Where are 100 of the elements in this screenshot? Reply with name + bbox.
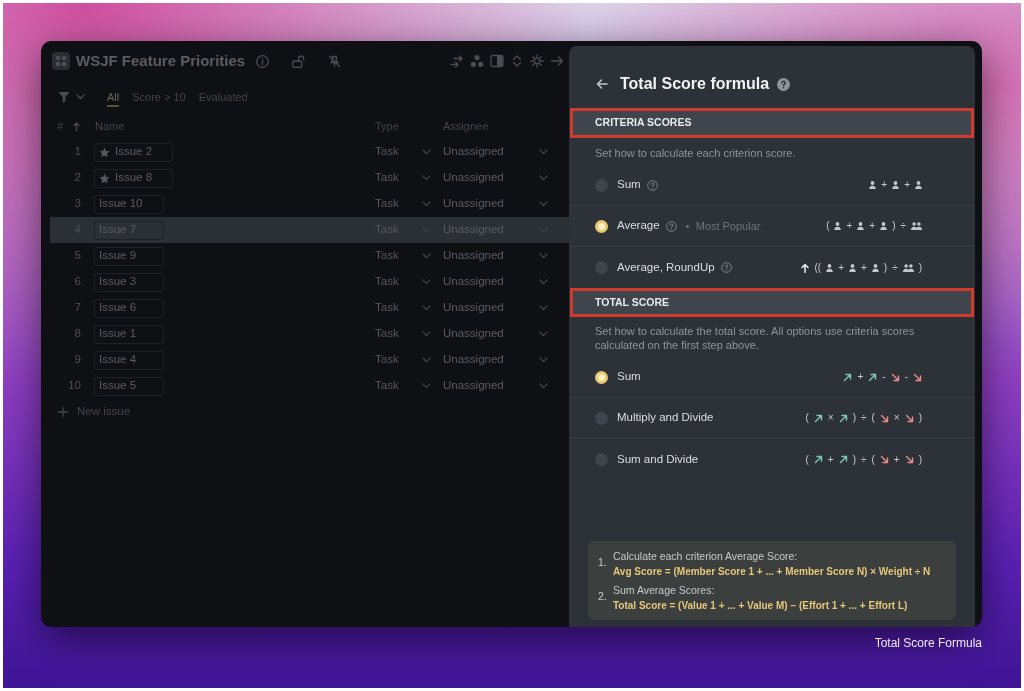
formula-operator: ) bbox=[852, 412, 856, 424]
type-dropdown[interactable]: Task bbox=[372, 325, 434, 343]
chevron-down-icon bbox=[422, 279, 431, 285]
unlock-icon[interactable] bbox=[292, 54, 306, 68]
help-icon[interactable] bbox=[720, 262, 732, 273]
arrow-down-right-icon bbox=[890, 372, 900, 382]
issue-name: Issue 1 bbox=[99, 326, 137, 342]
issue-name-cell[interactable]: Issue 8 bbox=[94, 168, 174, 188]
formula-operator: ÷ bbox=[860, 453, 867, 466]
assignee-dropdown[interactable]: Unassigned bbox=[440, 195, 551, 213]
arrow-right-icon[interactable] bbox=[550, 54, 564, 68]
type-dropdown[interactable]: Task bbox=[372, 143, 434, 161]
formula-operator: + bbox=[860, 261, 867, 274]
arrow-down-right-icon bbox=[913, 372, 922, 382]
issue-name-cell[interactable]: Issue 3 bbox=[94, 272, 164, 292]
issue-name-cell[interactable]: Issue 1 bbox=[94, 324, 164, 344]
type-dropdown[interactable]: Task bbox=[372, 299, 434, 317]
chevron-down-icon bbox=[539, 357, 548, 363]
chevron-down-icon bbox=[539, 331, 548, 337]
sort-arrow-icon[interactable] bbox=[73, 121, 81, 131]
option-note: Most Popular bbox=[695, 218, 761, 234]
assignee-dropdown[interactable]: Unassigned bbox=[440, 351, 551, 369]
arrow-down-right-icon bbox=[879, 413, 889, 423]
type-dropdown[interactable]: Task bbox=[372, 273, 434, 291]
assignee-dropdown[interactable]: Unassigned bbox=[440, 273, 551, 291]
caption: Total Score Formula bbox=[874, 636, 982, 650]
formula-operator: ) bbox=[918, 453, 922, 466]
help-icon[interactable] bbox=[646, 179, 658, 191]
issue-name: Issue 3 bbox=[99, 274, 137, 290]
option-label: Multiply and Divide bbox=[617, 410, 714, 426]
radio-button[interactable] bbox=[595, 219, 608, 233]
formula-operator: ) bbox=[918, 261, 922, 274]
person-icon bbox=[880, 222, 888, 230]
row-number: 10 bbox=[68, 378, 81, 394]
issue-name: Issue 4 bbox=[99, 352, 137, 368]
assignee-dropdown[interactable]: Unassigned bbox=[440, 325, 551, 343]
type-dropdown[interactable]: Task bbox=[372, 169, 434, 187]
filter-tab[interactable]: All bbox=[107, 87, 120, 107]
info-icon[interactable] bbox=[256, 54, 269, 68]
row-number: 9 bbox=[74, 352, 81, 368]
formula-operator: + bbox=[869, 220, 876, 232]
layout-icon[interactable] bbox=[490, 54, 504, 68]
chevron-down-icon bbox=[422, 331, 431, 337]
pin-off-icon[interactable] bbox=[328, 54, 341, 68]
formula-operator: ) bbox=[892, 220, 896, 232]
issue-name-cell[interactable]: Issue 9 bbox=[94, 246, 164, 266]
chevron-down-icon bbox=[422, 383, 431, 389]
formula-operator: ÷ bbox=[900, 220, 906, 232]
assignee-dropdown[interactable]: Unassigned bbox=[440, 299, 551, 317]
list-number: 1. bbox=[598, 556, 607, 568]
person-icon bbox=[848, 263, 856, 272]
people-icon bbox=[911, 222, 922, 230]
assignee-dropdown[interactable]: Unassigned bbox=[440, 377, 551, 395]
radio-button[interactable] bbox=[595, 370, 608, 384]
assignee-dropdown[interactable]: Unassigned bbox=[440, 169, 551, 187]
issue-name-cell[interactable]: Issue 10 bbox=[94, 194, 164, 214]
formula-operator: ( bbox=[805, 412, 809, 424]
help-icon[interactable] bbox=[665, 220, 677, 232]
circles-icon[interactable] bbox=[470, 54, 484, 68]
type-dropdown[interactable]: Task bbox=[372, 377, 434, 395]
filter-icon[interactable] bbox=[58, 91, 70, 103]
list-number: 2. bbox=[598, 590, 607, 602]
back-arrow-icon[interactable] bbox=[596, 78, 608, 90]
section-description: Set how to calculate each criterion score. bbox=[595, 146, 797, 160]
note-text: Sum Average Scores: bbox=[613, 583, 716, 598]
board-title: WSJF Feature Priorities bbox=[76, 52, 246, 70]
type-dropdown[interactable]: Task bbox=[372, 247, 434, 265]
formula-operator: ÷ bbox=[860, 412, 867, 424]
chevron-down-icon[interactable] bbox=[76, 94, 85, 100]
assignee-dropdown[interactable]: Unassigned bbox=[440, 143, 551, 161]
assignee-dropdown[interactable]: Unassigned bbox=[440, 247, 551, 265]
help-icon[interactable] bbox=[777, 77, 791, 91]
row-number: 5 bbox=[74, 248, 81, 264]
chevron-down-icon bbox=[539, 305, 548, 311]
issue-name-cell[interactable]: Issue 5 bbox=[94, 376, 164, 396]
arrows-icon[interactable] bbox=[450, 54, 464, 68]
arrow-up-icon bbox=[801, 262, 810, 273]
star-icon[interactable] bbox=[99, 146, 110, 158]
arrow-down-right-icon bbox=[879, 455, 889, 464]
chevron-down-icon bbox=[539, 201, 548, 207]
issue-name-cell[interactable]: Issue 6 bbox=[94, 298, 164, 318]
star-icon[interactable] bbox=[99, 172, 110, 184]
issue-name-cell[interactable]: Issue 4 bbox=[94, 350, 164, 370]
type-dropdown[interactable]: Task bbox=[372, 351, 434, 369]
option-label: Average bbox=[617, 218, 660, 234]
issue-name-cell[interactable]: Issue 2 bbox=[94, 142, 174, 162]
note-text: Calculate each criterion Average Score: bbox=[613, 549, 799, 564]
formula-operator: + bbox=[857, 371, 864, 383]
chevrons-icon[interactable] bbox=[510, 54, 524, 68]
formula-operator: + bbox=[827, 453, 834, 466]
arrow-up-right-icon bbox=[813, 455, 823, 464]
note-formula: Total Score = (Value 1 + ... + Value M) − (Effort 1 + ... + Effort L) bbox=[613, 599, 908, 613]
person-icon bbox=[871, 263, 879, 272]
row-number: 6 bbox=[74, 274, 81, 290]
arrow-up-right-icon bbox=[838, 455, 848, 464]
type-dropdown[interactable]: Task bbox=[372, 195, 434, 213]
formula-operator: ( bbox=[871, 453, 875, 466]
formula-operator: ( bbox=[871, 412, 875, 424]
sun-icon[interactable] bbox=[530, 54, 544, 68]
chevron-down-icon bbox=[539, 149, 548, 155]
